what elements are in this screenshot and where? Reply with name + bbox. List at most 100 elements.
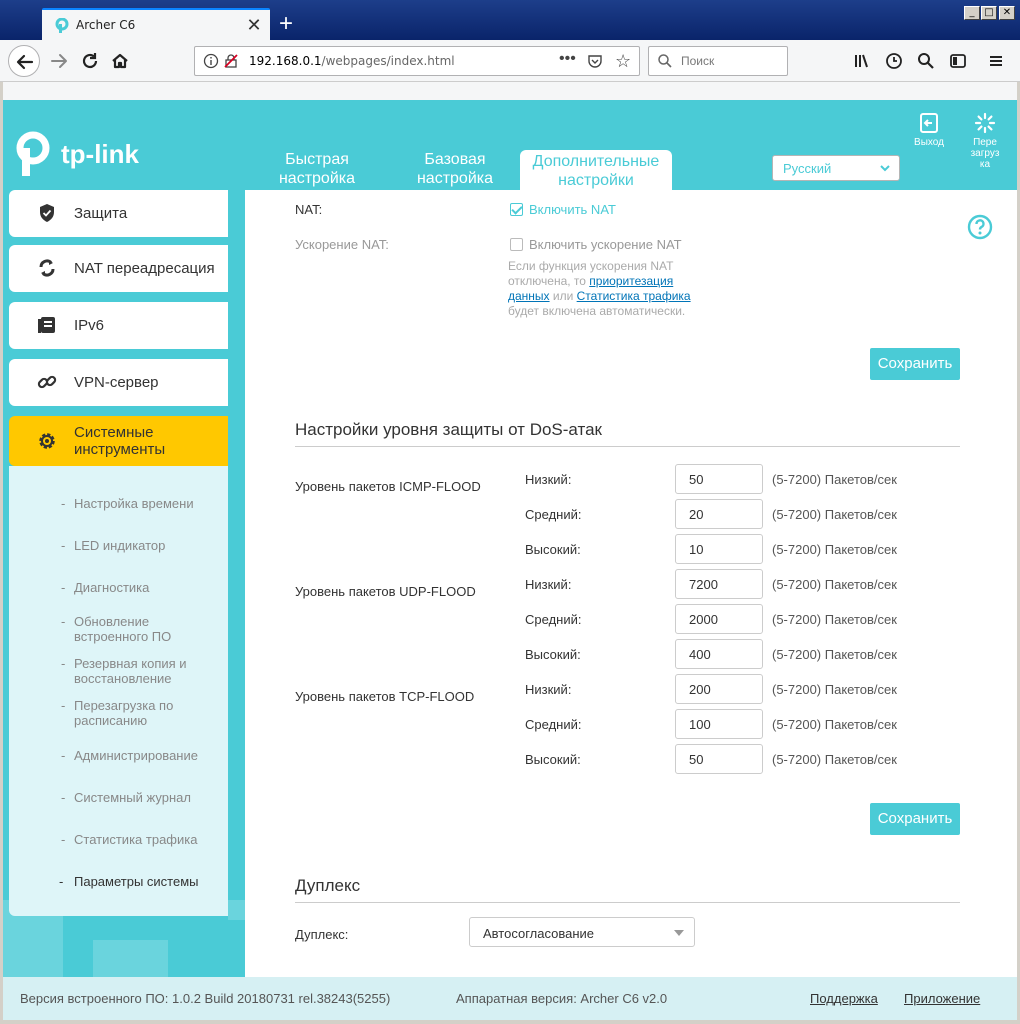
icmp-flood-label: Уровень пакетов ICMP-FLOOD xyxy=(295,479,481,494)
submenu-item-firmware-update[interactable]: - Обновление встроенного ПО xyxy=(61,614,221,644)
bookmark-star-icon[interactable]: ☆ xyxy=(615,51,631,72)
range-hint: (5-7200) Пакетов/сек xyxy=(772,752,897,767)
svg-text:tp-link: tp-link xyxy=(61,139,140,169)
tcp-low-input[interactable]: 200 xyxy=(675,674,763,704)
footer: Версия встроенного ПО: 1.0.2 Build 20180… xyxy=(3,977,1017,1020)
hamburger-menu-icon[interactable] xyxy=(986,51,1006,71)
submenu-item-diagnostics[interactable]: - Диагностика xyxy=(61,580,221,595)
support-link[interactable]: Поддержка xyxy=(810,991,878,1006)
tab-advanced-settings[interactable]: Дополнительные настройки xyxy=(520,150,672,191)
save-dos-button[interactable]: Сохранить xyxy=(870,803,960,835)
submenu-dash: - xyxy=(61,538,66,553)
range-hint: (5-7200) Пакетов/сек xyxy=(772,612,897,627)
sidebar-item-label: VPN-сервер xyxy=(74,374,159,391)
sidebar-item-nat-forwarding[interactable]: NAT переадресация xyxy=(9,245,228,292)
home-button[interactable] xyxy=(104,45,136,77)
submenu-label: Перезагрузка по xyxy=(74,698,174,713)
window-close-button[interactable]: ✕ xyxy=(999,6,1015,20)
submenu-label: Статистика трафика xyxy=(74,832,198,847)
tab-basic-settings[interactable]: Базовая настройка xyxy=(403,150,507,191)
address-bar[interactable]: 192.168.0.1/webpages/index.html ••• ☆ xyxy=(194,46,640,76)
udp-high-input[interactable]: 400 xyxy=(675,639,763,669)
udp-medium-input[interactable]: 2000 xyxy=(675,604,763,634)
submenu-dash: - xyxy=(61,748,66,763)
info-icon[interactable] xyxy=(203,53,219,69)
sidebar-item-ipv6[interactable]: IPv6 xyxy=(9,302,228,349)
app-link[interactable]: Приложение xyxy=(904,991,980,1006)
tcp-high-input[interactable]: 50 xyxy=(675,744,763,774)
submenu-dash: - xyxy=(61,790,66,805)
submenu-item-scheduled-reboot[interactable]: - Перезагрузка по расписанию xyxy=(61,698,221,728)
tab-quick-setup[interactable]: Быстрая настройка xyxy=(265,150,369,191)
insecure-lock-icon[interactable] xyxy=(223,53,239,69)
back-button[interactable] xyxy=(8,45,40,77)
browser-tab-bar: Archer C6 ✕ + _ □ ✕ xyxy=(0,0,1020,40)
submenu-item-backup-restore[interactable]: - Резервная копия и восстановление xyxy=(61,656,221,686)
traffic-stats-link[interactable]: Статистика трафика xyxy=(577,289,691,303)
sidebar: Защита NAT переадресация IPv6 VPN-сервер… xyxy=(9,190,229,917)
nat-acceleration-enable-label[interactable]: Включить ускорение NAT xyxy=(529,237,682,252)
sidebar-item-vpn-server[interactable]: VPN-сервер xyxy=(9,359,228,406)
back-arrow-icon xyxy=(16,54,34,70)
submenu-item-administration[interactable]: - Администрирование xyxy=(61,748,221,763)
sidebar-item-label: NAT переадресация xyxy=(74,260,215,277)
maximize-button[interactable]: □ xyxy=(981,6,997,20)
history-clock-icon[interactable] xyxy=(884,51,904,71)
range-hint: (5-7200) Пакетов/сек xyxy=(772,717,897,732)
sidebar-toggle-icon[interactable] xyxy=(948,51,968,71)
level-label: Низкий: xyxy=(525,472,572,487)
section-divider xyxy=(295,902,960,903)
submenu-label: Настройка времени xyxy=(74,496,194,511)
search-bar[interactable]: Поиск xyxy=(648,46,788,76)
close-tab-icon[interactable]: ✕ xyxy=(244,15,264,35)
tplink-logo[interactable]: tp-link xyxy=(13,130,153,180)
forward-button[interactable] xyxy=(44,45,76,77)
minimize-button[interactable]: _ xyxy=(964,6,980,20)
new-tab-button[interactable]: + xyxy=(272,10,300,38)
sidebar-item-label: Защита xyxy=(74,205,128,222)
qos-link[interactable]: данных xyxy=(508,289,550,303)
reload-button[interactable] xyxy=(74,45,106,77)
range-hint: (5-7200) Пакетов/сек xyxy=(772,472,897,487)
nat-acceleration-checkbox[interactable] xyxy=(510,238,523,251)
save-nat-button[interactable]: Сохранить xyxy=(870,348,960,380)
input-value: 200 xyxy=(689,682,711,697)
reboot-button[interactable]: Пере загруз ка xyxy=(965,112,1005,170)
browser-tab[interactable]: Archer C6 ✕ xyxy=(42,8,270,40)
help-icon[interactable] xyxy=(967,214,993,240)
level-label: Высокий: xyxy=(525,542,581,557)
qos-link[interactable]: приоритезация xyxy=(589,274,673,288)
submenu-dash: - xyxy=(61,614,66,629)
submenu-item-system-log[interactable]: - Системный журнал xyxy=(61,790,221,805)
url-text[interactable]: 192.168.0.1/webpages/index.html xyxy=(249,54,455,68)
level-label: Низкий: xyxy=(525,682,572,697)
zoom-icon[interactable] xyxy=(916,51,936,71)
sidebar-item-security[interactable]: Защита xyxy=(9,190,228,237)
level-label: Средний: xyxy=(525,612,582,627)
tab-label-line1: Дополнительные xyxy=(532,153,660,170)
submenu-item-time-settings[interactable]: - Настройка времени xyxy=(61,496,221,511)
tcp-medium-input[interactable]: 100 xyxy=(675,709,763,739)
page-actions-icon[interactable]: ••• xyxy=(559,50,576,68)
tab-label-line2: настройка xyxy=(416,170,494,187)
level-label: Средний: xyxy=(525,507,582,522)
icmp-low-input[interactable]: 50 xyxy=(675,464,763,494)
pocket-icon[interactable] xyxy=(587,53,603,69)
input-value: 20 xyxy=(689,507,704,522)
nat-enable-label[interactable]: Включить NAT xyxy=(529,202,616,217)
icmp-high-input[interactable]: 10 xyxy=(675,534,763,564)
dos-section-title: Настройки уровня защиты от DoS-атак xyxy=(295,420,602,439)
language-select[interactable]: Русский xyxy=(772,155,900,181)
gear-icon xyxy=(39,433,55,449)
input-value: 7200 xyxy=(689,577,718,592)
submenu-item-led[interactable]: - LED индикатор xyxy=(61,538,221,553)
duplex-select[interactable]: Автосогласование xyxy=(469,917,695,947)
submenu-item-traffic-stats[interactable]: - Статистика трафика xyxy=(61,832,221,847)
sidebar-item-system-tools[interactable]: Системные инструменты xyxy=(9,416,228,466)
logout-button[interactable]: Выход xyxy=(909,112,949,148)
udp-low-input[interactable]: 7200 xyxy=(675,569,763,599)
nat-enable-checkbox[interactable] xyxy=(510,203,523,216)
icmp-medium-input[interactable]: 20 xyxy=(675,499,763,529)
library-icon[interactable] xyxy=(852,51,872,71)
submenu-item-system-parameters[interactable]: - Параметры системы xyxy=(59,874,219,889)
